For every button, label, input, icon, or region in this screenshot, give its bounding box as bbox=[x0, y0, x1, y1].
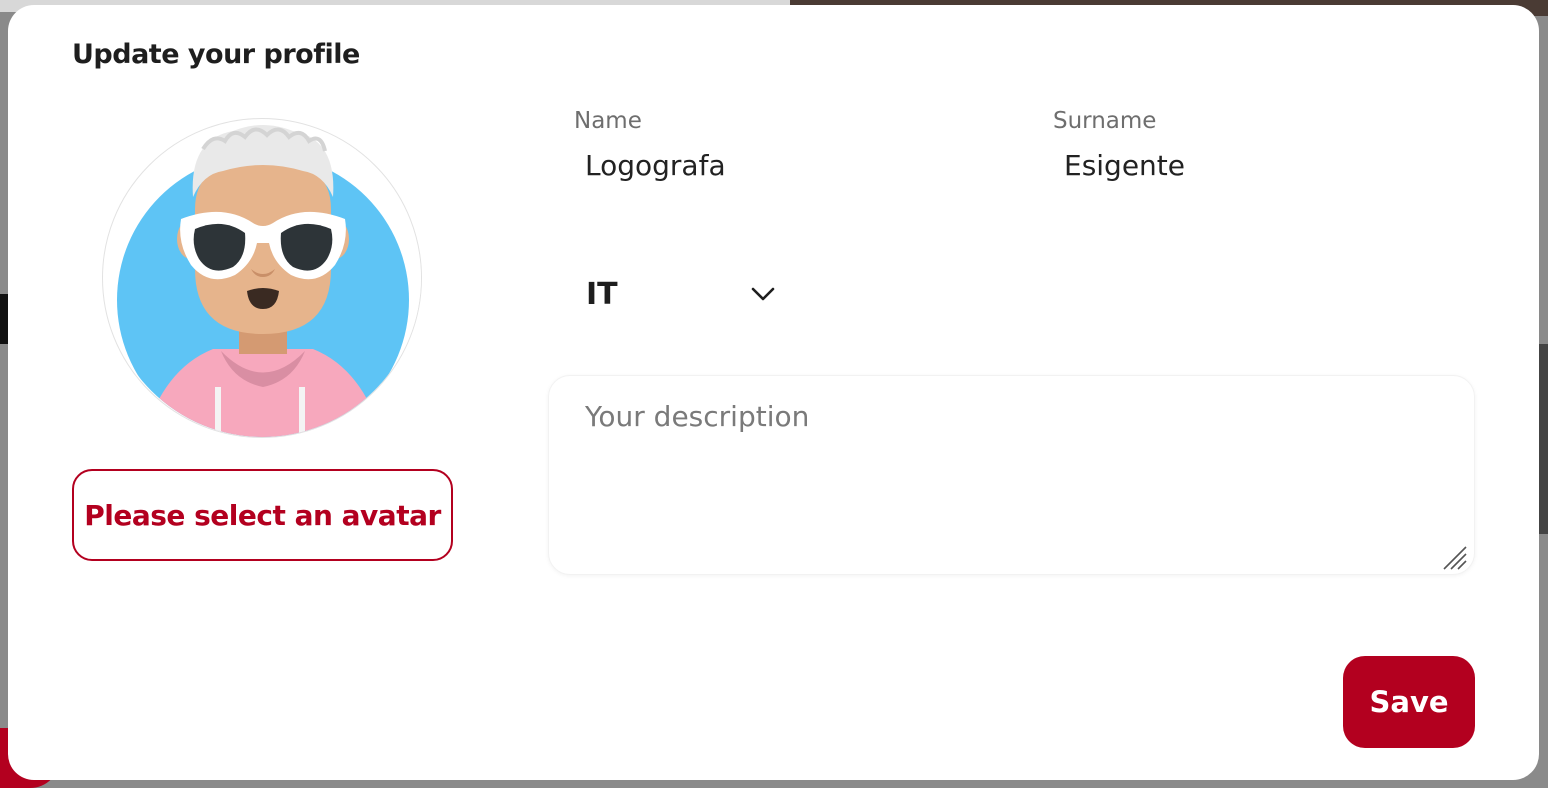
description-textarea[interactable] bbox=[548, 375, 1475, 575]
select-avatar-button[interactable]: Please select an avatar bbox=[72, 469, 453, 561]
save-button[interactable]: Save bbox=[1343, 656, 1475, 748]
avatar-image bbox=[105, 121, 421, 437]
language-select[interactable]: IT bbox=[574, 269, 784, 319]
update-profile-dialog: Update your profile Please select an ava… bbox=[8, 5, 1539, 780]
surname-input[interactable] bbox=[1064, 145, 1464, 185]
chevron-down-icon bbox=[751, 287, 775, 301]
name-input[interactable] bbox=[585, 145, 1005, 185]
surname-label: Surname bbox=[1053, 108, 1157, 134]
name-label: Name bbox=[574, 108, 642, 134]
background-page-edge bbox=[1538, 344, 1548, 534]
language-selected-value: IT bbox=[586, 276, 618, 312]
dialog-title: Update your profile bbox=[72, 39, 360, 70]
avatar[interactable] bbox=[102, 118, 422, 438]
resize-handle-icon[interactable] bbox=[1442, 545, 1468, 571]
